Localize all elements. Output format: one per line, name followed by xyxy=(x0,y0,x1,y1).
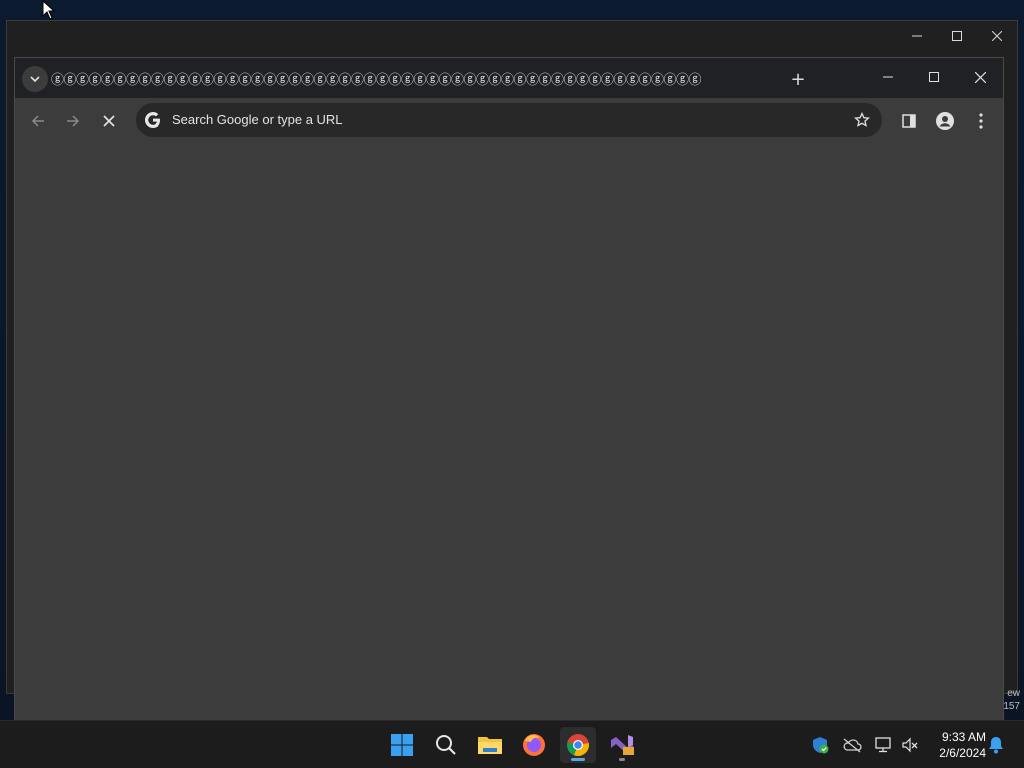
onedrive-tray-button[interactable] xyxy=(842,735,862,755)
network-tray-button[interactable] xyxy=(874,735,894,755)
clock-time: 9:33 AM xyxy=(941,730,986,744)
firefox-icon xyxy=(523,734,545,756)
volume-mute-icon xyxy=(902,737,918,753)
star-icon xyxy=(854,112,870,127)
start-button[interactable] xyxy=(384,727,420,763)
bookmark-star-button[interactable] xyxy=(850,108,874,132)
visual-studio-icon xyxy=(611,735,634,755)
system-clock[interactable]: 9:33 AM 2/6/2024 xyxy=(928,729,986,761)
chrome-taskbar-button[interactable] xyxy=(560,727,596,763)
tab-title[interactable]: ⓖⓖⓖⓖⓖⓖⓖⓖⓖⓖⓖⓖⓖⓖⓖⓖⓖⓖⓖⓖⓖⓖⓖⓖⓖⓖⓖⓖⓖⓖⓖⓖⓖⓖⓖⓖⓖⓖⓖⓖ… xyxy=(51,69,751,89)
chrome-window-controls xyxy=(865,58,1003,98)
running-app-indicator xyxy=(619,758,625,761)
taskbar-search-button[interactable] xyxy=(428,727,464,763)
cloud-off-icon xyxy=(843,738,862,753)
forward-arrow-icon xyxy=(67,115,80,127)
visual-studio-button[interactable] xyxy=(604,727,640,763)
close-button[interactable] xyxy=(977,21,1017,51)
back-button[interactable] xyxy=(24,107,52,135)
chrome-minimize-button[interactable] xyxy=(865,58,911,96)
profile-avatar-icon xyxy=(936,112,954,130)
chrome-window: ⓖⓖⓖⓖⓖⓖⓖⓖⓖⓖⓖⓖⓖⓖⓖⓖⓖⓖⓖⓖⓖⓖⓖⓖⓖⓖⓖⓖⓖⓖⓖⓖⓖⓖⓖⓖⓖⓖⓖⓖ… xyxy=(14,57,1004,721)
active-app-indicator xyxy=(571,758,585,761)
minimize-button[interactable] xyxy=(897,21,937,51)
notifications-button[interactable] xyxy=(986,735,1006,755)
bell-icon xyxy=(989,737,1003,754)
omnibox-placeholder: Search Google or type a URL xyxy=(172,112,343,127)
menu-button[interactable] xyxy=(967,107,995,135)
outer-window-controls xyxy=(897,21,1017,51)
security-tray-button[interactable] xyxy=(810,735,830,755)
search-icon xyxy=(436,735,456,755)
side-panel-icon xyxy=(902,114,916,128)
firefox-button[interactable] xyxy=(516,727,552,763)
chrome-maximize-button[interactable] xyxy=(911,58,957,96)
tab-search-button[interactable] xyxy=(22,66,48,92)
page-content[interactable] xyxy=(15,142,1003,721)
close-icon xyxy=(103,115,115,127)
maximize-button[interactable] xyxy=(937,21,977,51)
chrome-icon xyxy=(567,734,589,756)
chevron-down-icon xyxy=(30,76,40,83)
browser-toolbar: Search Google or type a URL xyxy=(15,98,1003,142)
new-tab-button[interactable]: + xyxy=(785,66,811,92)
clock-date: 2/6/2024 xyxy=(939,746,986,760)
windows-start-icon xyxy=(391,734,413,756)
file-explorer-button[interactable] xyxy=(472,727,508,763)
profile-button[interactable] xyxy=(931,107,959,135)
tab-strip: ⓖⓖⓖⓖⓖⓖⓖⓖⓖⓖⓖⓖⓖⓖⓖⓖⓖⓖⓖⓖⓖⓖⓖⓖⓖⓖⓖⓖⓖⓖⓖⓖⓖⓖⓖⓖⓖⓖⓖⓖ… xyxy=(15,58,1003,98)
mouse-cursor-icon xyxy=(42,0,56,20)
network-icon xyxy=(875,737,891,753)
edge-text-fragment-1: ew xyxy=(1007,688,1020,699)
stop-loading-button[interactable] xyxy=(95,107,123,135)
more-vert-icon xyxy=(979,113,983,129)
omnibox[interactable]: Search Google or type a URL xyxy=(136,103,882,137)
taskbar: 9:33 AM 2/6/2024 xyxy=(0,720,1024,768)
side-panel-button[interactable] xyxy=(895,107,923,135)
back-arrow-icon xyxy=(31,115,44,127)
shield-check-icon xyxy=(813,737,829,754)
google-g-icon xyxy=(145,112,160,128)
forward-button[interactable] xyxy=(59,107,87,135)
chrome-close-button[interactable] xyxy=(957,58,1003,96)
volume-tray-button[interactable] xyxy=(900,735,920,755)
edge-text-fragment-2: 157 xyxy=(1003,701,1020,712)
folder-icon xyxy=(478,737,502,754)
